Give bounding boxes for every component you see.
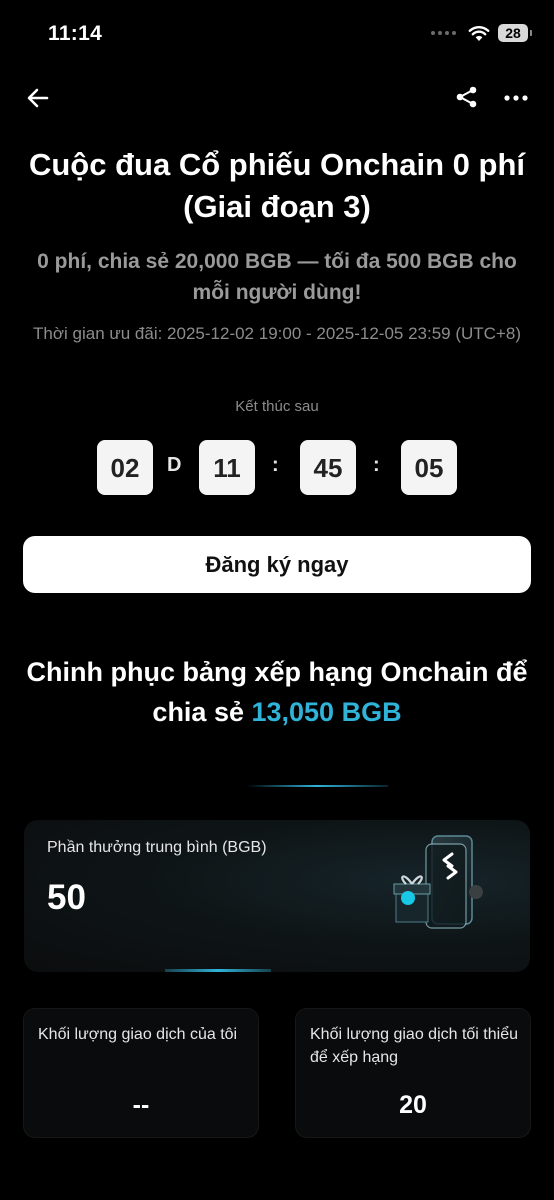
countdown-timer: 02 D 11 : 45 : 05 (97, 440, 457, 496)
average-reward-card: Phần thưởng trung bình (BGB) 50 (24, 820, 530, 972)
my-volume-value: -- (132, 1091, 150, 1119)
countdown-days: 02 (97, 440, 153, 495)
average-reward-label: Phần thưởng trung bình (BGB) (47, 839, 267, 856)
countdown-separator: : (373, 454, 380, 476)
countdown-days-unit: D (167, 454, 182, 476)
more-options-icon[interactable] (502, 84, 530, 112)
gift-phone-illustration-icon (393, 835, 483, 929)
back-arrow-icon[interactable] (24, 84, 52, 112)
promo-subtitle: 0 phí, chia sẻ 20,000 BGB — tối đa 500 B… (37, 250, 517, 304)
countdown-minutes: 45 (300, 440, 356, 495)
decorative-glow-line (165, 969, 271, 972)
countdown-seconds: 05 (401, 440, 457, 495)
min-volume-value: 20 (399, 1091, 427, 1119)
battery-indicator: 28 (498, 24, 532, 42)
countdown-hours: 11 (199, 440, 255, 495)
page-title: Cuộc đua Cổ phiếu Onchain 0 phí (Giai đo… (28, 147, 525, 224)
promo-period: Thời gian ưu đãi: 2025-12-02 19:00 - 202… (33, 324, 521, 343)
average-reward-value: 50 (47, 878, 86, 917)
min-volume-label: Khối lượng giao dịch tối thiểu để xếp hạ… (310, 1026, 518, 1066)
share-icon[interactable] (454, 84, 480, 110)
status-time: 11:14 (48, 22, 103, 45)
my-volume-card: Khối lượng giao dịch của tôi -- (23, 1008, 259, 1138)
status-bar: 11:14 28 (0, 0, 554, 70)
min-volume-card: Khối lượng giao dịch tối thiểu để xếp hạ… (295, 1008, 531, 1138)
decorative-glow-line (246, 785, 388, 787)
leaderboard-title: Chinh phục bảng xếp hạng Onchain để chia… (20, 652, 534, 732)
register-now-button[interactable]: Đăng ký ngay (23, 536, 531, 593)
status-icons: 28 (431, 24, 532, 42)
wifi-icon (468, 25, 490, 41)
top-nav (0, 80, 554, 120)
my-volume-label: Khối lượng giao dịch của tôi (38, 1026, 238, 1043)
countdown-separator: : (272, 454, 279, 476)
leaderboard-prize-amount: 13,050 BGB (251, 697, 402, 727)
countdown-label: Kết thúc sau (235, 398, 319, 415)
cellular-signal-icon (431, 31, 456, 35)
